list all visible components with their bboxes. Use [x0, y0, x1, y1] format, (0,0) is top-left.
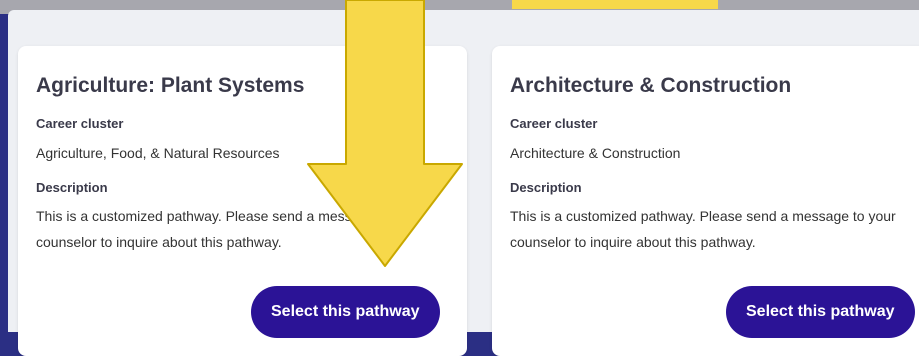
career-cluster-label: Career cluster — [36, 116, 124, 131]
pathway-title: Agriculture: Plant Systems — [36, 74, 305, 97]
career-cluster-label: Career cluster — [510, 116, 598, 131]
pathway-title: Architecture & Construction — [510, 74, 792, 97]
select-pathway-button[interactable]: Select this pathway — [251, 286, 440, 338]
top-accent-bar — [512, 0, 718, 9]
description-label: Description — [510, 180, 582, 195]
description-line-2: counselor to inquire about this pathway. — [510, 234, 756, 250]
career-cluster-value: Agriculture, Food, & Natural Resources — [36, 145, 280, 161]
description-line-1: This is a customized pathway. Please sen… — [510, 208, 896, 224]
career-cluster-value: Architecture & Construction — [510, 145, 681, 161]
down-arrow-icon — [307, 0, 463, 267]
description-label: Description — [36, 180, 108, 195]
select-pathway-button[interactable]: Select this pathway — [726, 286, 915, 338]
description-text: This is a customized pathway. Please sen… — [510, 203, 896, 255]
pathway-card-architecture: Architecture & Construction Career clust… — [492, 46, 919, 356]
